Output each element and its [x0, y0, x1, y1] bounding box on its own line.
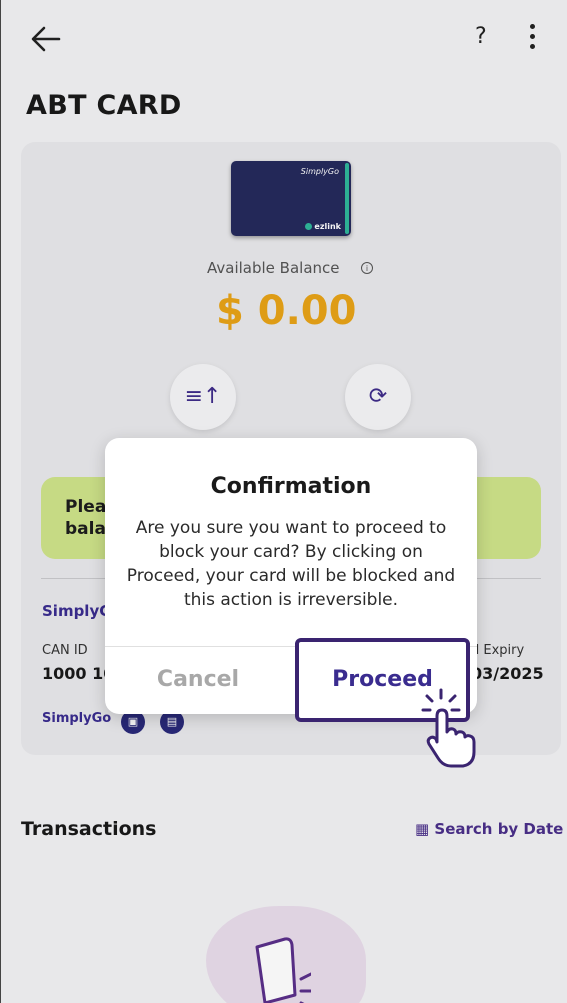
cancel-button[interactable]: Cancel — [105, 646, 291, 714]
dialog-message: Are you sure you want to proceed to bloc… — [126, 518, 456, 610]
dialog-title: Confirmation — [210, 474, 372, 499]
tap-hand-cursor-icon — [421, 688, 476, 768]
app-frame: ? ABT CARD SimplyGo ezlink Available Bal… — [0, 0, 567, 1003]
